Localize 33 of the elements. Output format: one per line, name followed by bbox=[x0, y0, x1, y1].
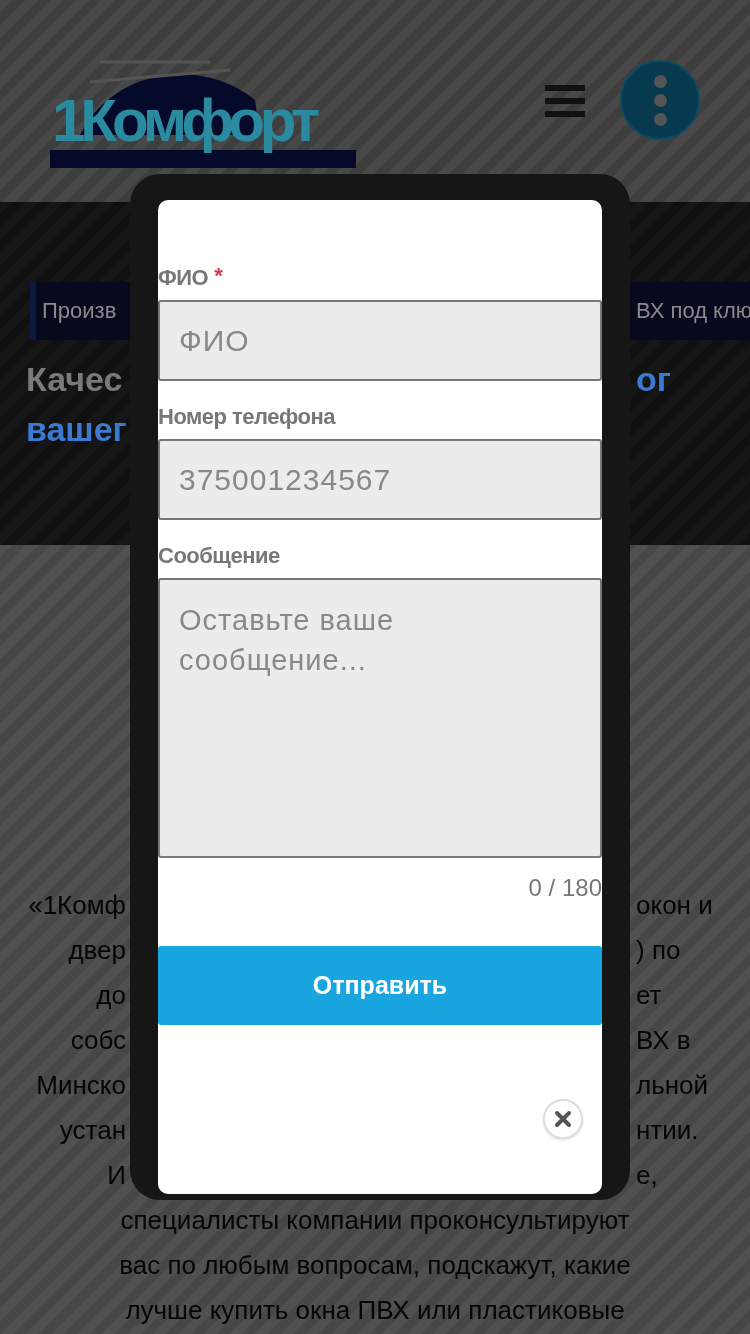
article-text: Минско bbox=[36, 1069, 126, 1102]
required-mark: * bbox=[214, 264, 223, 288]
field-label: ФИО bbox=[158, 264, 209, 292]
article-text: ет bbox=[636, 979, 662, 1012]
message-field[interactable]: Оставьте ваше сообщение... bbox=[158, 578, 602, 858]
article-text: собс bbox=[70, 1024, 126, 1057]
article-text: е, bbox=[636, 1159, 658, 1192]
article-text: двер bbox=[68, 934, 126, 967]
input-field[interactable]: 375001234567 bbox=[158, 439, 602, 520]
article-text: окон и bbox=[636, 889, 713, 922]
article-text: И bbox=[107, 1159, 126, 1192]
page-heading: вашег bbox=[26, 409, 127, 450]
article-text: льной bbox=[636, 1069, 709, 1102]
article-text: специалисты компании проконсультируют bbox=[119, 1204, 631, 1237]
article-text: ВХ в bbox=[636, 1024, 691, 1057]
close-icon bbox=[554, 1110, 572, 1128]
logo-text[interactable]: 1Комфорт bbox=[52, 90, 316, 152]
article-text: ) по bbox=[636, 934, 681, 967]
page-heading: Качес bbox=[26, 359, 123, 400]
article-text: устан bbox=[59, 1114, 126, 1147]
menu-icon[interactable] bbox=[545, 85, 585, 117]
page-heading: ог bbox=[636, 359, 671, 400]
article-text: «1Комф bbox=[28, 889, 126, 922]
field-label: Сообщение bbox=[158, 542, 280, 570]
close-button[interactable] bbox=[543, 1099, 583, 1139]
article-text: до bbox=[96, 979, 126, 1012]
article-text: нтии. bbox=[636, 1114, 699, 1147]
article-text: вас по любым вопросам, подскажут, какие bbox=[118, 1249, 632, 1282]
field-label: Номер телефона bbox=[158, 403, 335, 431]
character-counter: 0 / 180 bbox=[528, 874, 602, 902]
breadcrumb-text[interactable]: Произв bbox=[42, 294, 117, 328]
input-field[interactable]: ФИО bbox=[158, 300, 602, 381]
article-text: лучше купить окна ПВХ или пластиковые bbox=[124, 1294, 626, 1327]
